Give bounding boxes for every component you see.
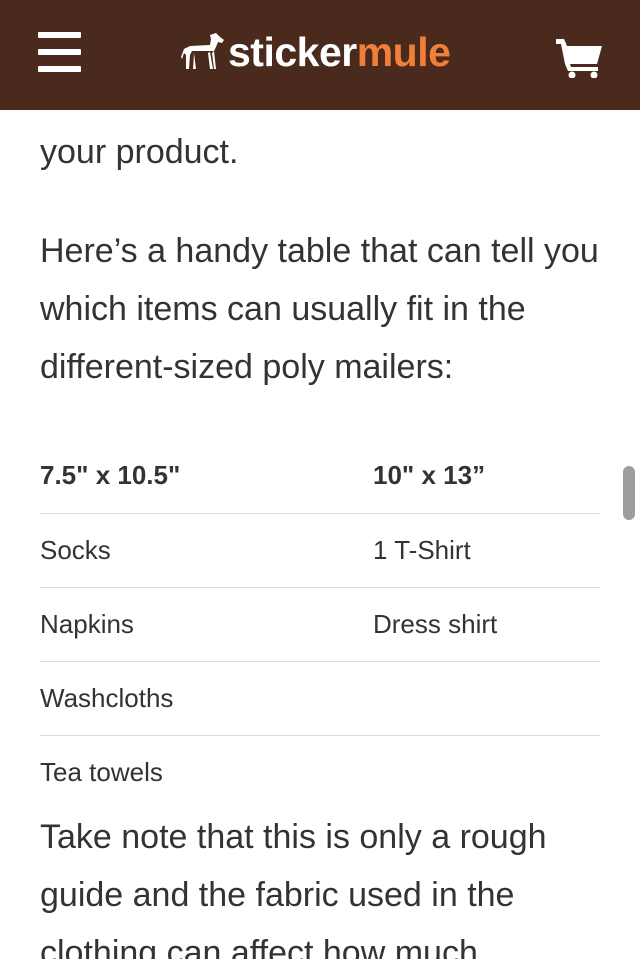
table-cell: Socks bbox=[40, 513, 373, 588]
table-cell: Napkins bbox=[40, 587, 373, 662]
mailer-size-table: 7.5" x 10.5" 10" x 13” Socks 1 T-Shirt N… bbox=[40, 438, 600, 809]
scrollbar-thumb[interactable] bbox=[623, 466, 635, 520]
table-row: Socks 1 T-Shirt bbox=[40, 513, 600, 588]
cart-icon[interactable] bbox=[556, 36, 604, 78]
stickermule-logo[interactable]: sticker mule bbox=[180, 28, 451, 75]
column-header-large: 10" x 13” bbox=[373, 438, 600, 514]
table-cell bbox=[373, 735, 600, 809]
page: sticker mule your product. Here’s a handy… bbox=[0, 0, 640, 959]
table-cell bbox=[373, 661, 600, 736]
table-cell: Tea towels bbox=[40, 756, 163, 787]
logo-word-mule: mule bbox=[356, 28, 451, 75]
table-cell: 1 T-Shirt bbox=[373, 513, 600, 588]
column-header-small: 7.5" x 10.5" bbox=[40, 438, 373, 514]
table-row: Tea towels bbox=[40, 735, 600, 809]
table-header-row: 7.5" x 10.5" 10" x 13” bbox=[40, 438, 600, 514]
table-row: Napkins Dress shirt bbox=[40, 587, 600, 662]
logo-word-sticker: sticker bbox=[228, 28, 357, 75]
hamburger-icon[interactable] bbox=[38, 32, 81, 72]
note-paragraph: Take note that this is only a rough guid… bbox=[40, 818, 547, 959]
intro-paragraph: Here’s a handy table that can tell you w… bbox=[40, 232, 599, 386]
previous-paragraph-end: your product. bbox=[40, 133, 239, 171]
table-cell: Dress shirt bbox=[373, 587, 600, 662]
mule-icon bbox=[181, 33, 224, 69]
table-cell: Washcloths bbox=[40, 661, 373, 736]
table-row: Washcloths bbox=[40, 661, 600, 736]
site-header: sticker mule bbox=[0, 0, 640, 110]
